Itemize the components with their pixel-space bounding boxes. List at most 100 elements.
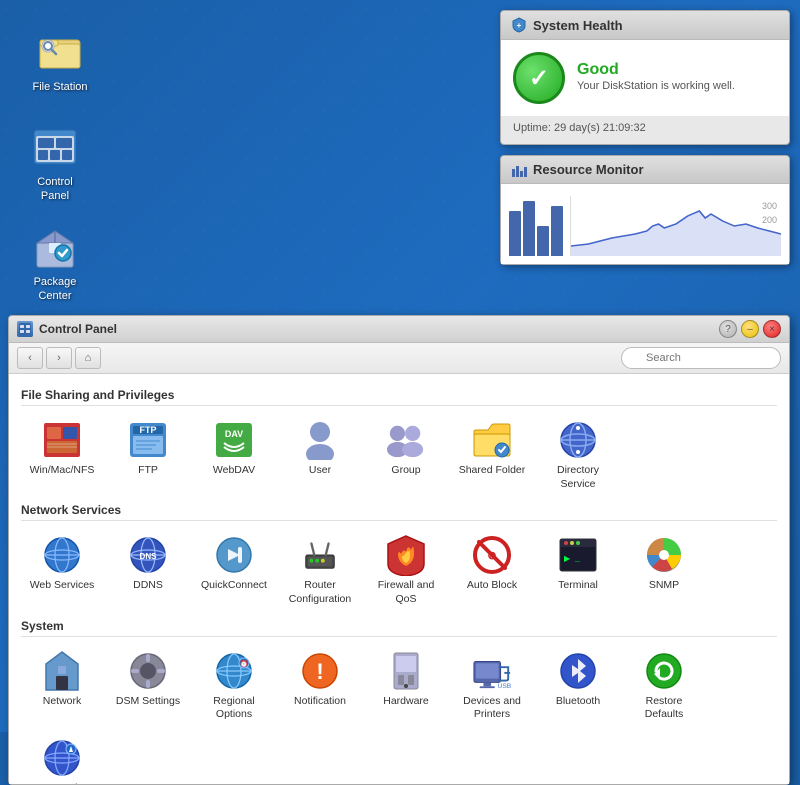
uptime-text: Uptime: 29 day(s) 21:09:32 (513, 122, 646, 134)
control-panel-desktop-icon (31, 123, 79, 171)
snmp-icon (644, 535, 684, 575)
back-button[interactable]: ‹ (17, 347, 43, 369)
dirservice-icon (558, 420, 598, 460)
network-icon (42, 651, 82, 691)
system-health-header: + System Health (501, 11, 789, 40)
cp-item-restore[interactable]: Restore Defaults (623, 645, 705, 728)
svg-text:⏰: ⏰ (240, 659, 249, 668)
user-label: User (309, 464, 331, 478)
file-station-icon (36, 28, 84, 76)
desktop-icon-label-control-panel: Control Panel (23, 175, 87, 204)
cp-item-dirservice[interactable]: Directory Service (537, 414, 619, 497)
cp-item-dsmsettings[interactable]: DSM Settings (107, 645, 189, 728)
cp-item-autoblock[interactable]: ⊘ Auto Block (451, 529, 533, 612)
search-input[interactable] (621, 347, 781, 369)
devices-label: Devices and Printers (455, 695, 529, 722)
bar-1 (509, 211, 521, 256)
resource-monitor-title: Resource Monitor (533, 162, 644, 177)
cp-item-terminal[interactable]: ▶ _ Terminal (537, 529, 619, 612)
ddns-icon: DNS (128, 535, 168, 575)
webdav-icon: DAV (214, 420, 254, 460)
system-health-title: System Health (533, 18, 623, 33)
section-network-services-title: Network Services (21, 503, 777, 521)
resource-chart: 300 200 (570, 196, 781, 256)
bar-4 (551, 206, 563, 256)
forward-button[interactable]: › (46, 347, 72, 369)
dsmsettings-label: DSM Settings (116, 695, 180, 709)
system-health-widget: + System Health Good Your DiskStation is… (500, 10, 790, 145)
quickconnect-icon (214, 535, 254, 575)
bar-2 (523, 201, 535, 256)
desktop-icon-file-station[interactable]: File Station (20, 20, 100, 102)
svg-text:⊘: ⊘ (487, 550, 496, 562)
desktop-icon-label-file-station: File Station (32, 80, 87, 94)
desktop-icon-package-center[interactable]: Package Center (15, 215, 95, 312)
help-button[interactable]: ? (719, 320, 737, 338)
snmp-label: SNMP (649, 579, 679, 593)
control-panel-window: Control Panel ? – × ‹ › ⌂ 🔍 File Sharing… (8, 315, 790, 785)
cp-item-group[interactable]: Group (365, 414, 447, 497)
resource-scale: 300 200 (762, 200, 777, 227)
desktop-icon-control-panel[interactable]: Control Panel (15, 115, 95, 212)
svg-text:!: ! (316, 659, 323, 684)
resource-monitor-content: 300 200 (501, 184, 789, 264)
router-label: Router Configuration (283, 579, 357, 606)
cp-item-network[interactable]: Network (21, 645, 103, 728)
cp-titlebar-buttons: ? – × (719, 320, 781, 338)
router-icon (300, 535, 340, 575)
section-network-services-grid: Web Services DNS DDNS (21, 529, 777, 612)
cp-item-webdav[interactable]: DAV WebDAV (193, 414, 275, 497)
webdav-label: WebDAV (213, 464, 255, 478)
cp-item-devices[interactable]: USB Devices and Printers (451, 645, 533, 728)
ftp-label: FTP (138, 464, 158, 478)
health-description: Your DiskStation is working well. (577, 79, 735, 94)
autoblock-icon: ⊘ (472, 535, 512, 575)
cp-item-regional[interactable]: ⏰ Regional Options (193, 645, 275, 728)
section-file-sharing-grid: Win/Mac/NFS FTP FTP (21, 414, 777, 497)
uptime-row: Uptime: 29 day(s) 21:09:32 (501, 116, 789, 144)
minimize-button[interactable]: – (741, 320, 759, 338)
close-button[interactable]: × (763, 320, 781, 338)
cp-titlebar-left: Control Panel (17, 321, 117, 337)
desktop: File Station Control Panel (0, 0, 800, 732)
cp-item-router[interactable]: Router Configuration (279, 529, 361, 612)
nav-buttons: ‹ › ⌂ (17, 347, 101, 369)
cp-item-ftp[interactable]: FTP FTP (107, 414, 189, 497)
cp-item-quickconnect[interactable]: QuickConnect (193, 529, 275, 612)
resource-monitor-widget: Resource Monitor 300 200 (500, 155, 790, 265)
resource-monitor-header: Resource Monitor (501, 156, 789, 184)
cp-item-notification[interactable]: ! Notification (279, 645, 361, 728)
cp-item-hardware[interactable]: Hardware (365, 645, 447, 728)
devices-icon: USB (472, 651, 512, 691)
cp-item-dsmupdate[interactable]: DSM Update (21, 732, 103, 784)
cp-item-ddns[interactable]: DNS DDNS (107, 529, 189, 612)
cp-item-snmp[interactable]: SNMP (623, 529, 705, 612)
quickconnect-label: QuickConnect (201, 579, 267, 593)
cp-title-icon (17, 321, 33, 337)
sharedfolder-label: Shared Folder (459, 464, 526, 478)
svg-text:FTP: FTP (140, 425, 157, 435)
cp-item-bluetooth[interactable]: Bluetooth (537, 645, 619, 728)
system-health-content: Good Your DiskStation is working well. (501, 40, 789, 116)
svg-text:DNS: DNS (140, 552, 158, 561)
search-wrapper: 🔍 (621, 347, 781, 369)
cp-item-firewall[interactable]: Firewall and QoS (365, 529, 447, 612)
cp-item-sharedfolder[interactable]: Shared Folder (451, 414, 533, 497)
bar-chart-icon (511, 163, 527, 177)
cp-toolbar: ‹ › ⌂ 🔍 (9, 343, 789, 374)
network-label: Network (43, 695, 82, 709)
winmacnfs-label: Win/Mac/NFS (30, 464, 95, 478)
group-label: Group (391, 464, 420, 478)
hardware-icon (386, 651, 426, 691)
cp-item-winmacnfs[interactable]: Win/Mac/NFS (21, 414, 103, 497)
desktop-icon-label-package: Package Center (34, 275, 77, 304)
cp-title-text: Control Panel (39, 322, 117, 336)
section-system-title: System (21, 619, 777, 637)
home-button[interactable]: ⌂ (75, 347, 101, 369)
autoblock-label: Auto Block (467, 579, 517, 593)
bar-3 (537, 226, 549, 256)
cp-item-webservices[interactable]: Web Services (21, 529, 103, 612)
cp-item-user[interactable]: User (279, 414, 361, 497)
regional-icon: ⏰ (214, 651, 254, 691)
cp-titlebar: Control Panel ? – × (9, 316, 789, 343)
